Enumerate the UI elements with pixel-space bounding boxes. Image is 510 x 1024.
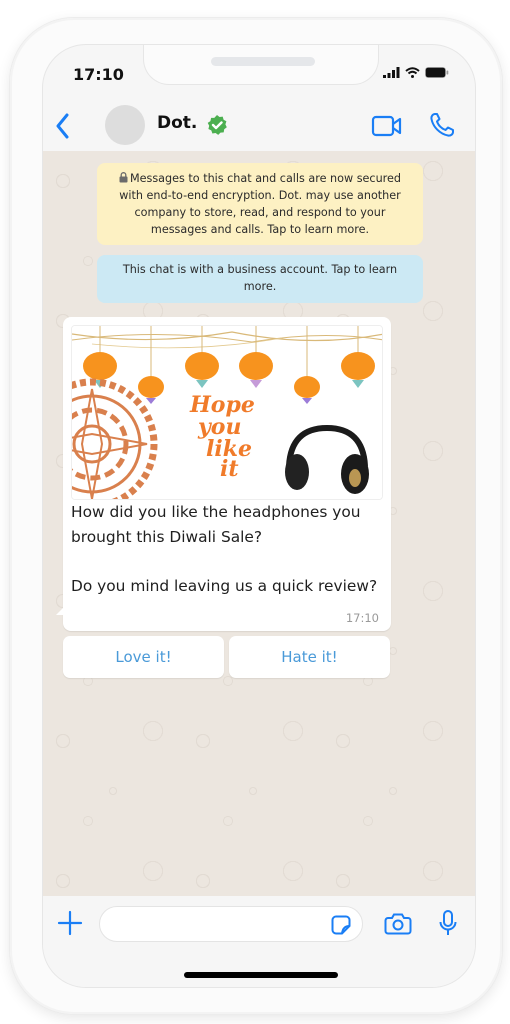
video-camera-icon — [371, 115, 402, 137]
voice-call-button[interactable] — [429, 112, 455, 142]
encryption-notice-text: Messages to this chat and calls are now … — [119, 172, 401, 236]
message-text: How did you like the headphones you brou… — [71, 503, 378, 595]
business-account-notice[interactable]: This chat is with a business account. Ta… — [97, 255, 423, 303]
message-composer — [43, 896, 475, 987]
back-button[interactable] — [53, 111, 73, 141]
message-timestamp: 17:10 — [345, 611, 379, 625]
diwali-promo-image: Hope you like it — [72, 326, 382, 499]
chat-area: Messages to this chat and calls are now … — [43, 151, 475, 896]
incoming-message-bubble: Hope you like it How did you like the he… — [56, 317, 391, 631]
business-notice-text: This chat is with a business account. Ta… — [122, 263, 398, 293]
signal-icon — [383, 67, 400, 78]
sticker-icon — [331, 915, 351, 935]
attach-button[interactable] — [57, 910, 83, 940]
camera-button[interactable] — [384, 912, 412, 940]
video-call-button[interactable] — [371, 115, 403, 141]
camera-icon — [384, 913, 412, 935]
chevron-left-icon — [56, 113, 69, 139]
quick-reply-hate-it[interactable]: Hate it! — [229, 636, 390, 678]
message-input[interactable] — [99, 906, 363, 942]
avatar[interactable] — [105, 105, 145, 145]
verified-badge-icon — [207, 115, 227, 135]
lock-icon — [119, 172, 128, 183]
message-image[interactable]: Hope you like it — [71, 325, 383, 500]
sticker-button[interactable] — [331, 915, 351, 939]
contact-name[interactable]: Dot. — [157, 113, 197, 133]
wifi-icon — [405, 67, 420, 78]
microphone-icon — [439, 910, 457, 935]
plus-icon — [57, 910, 83, 936]
home-indicator[interactable] — [184, 972, 338, 978]
phone-screen: 17:10 Dot. Messages to this chat and cal… — [42, 44, 476, 988]
phone-icon — [430, 113, 454, 137]
battery-icon — [425, 67, 449, 78]
status-icons — [383, 67, 449, 78]
chat-header: Dot. — [43, 101, 475, 151]
encryption-notice[interactable]: Messages to this chat and calls are now … — [97, 163, 423, 245]
speaker — [211, 57, 315, 66]
status-time: 17:10 — [73, 65, 124, 84]
headline-line: it — [220, 456, 239, 482]
bubble-tail — [56, 607, 64, 615]
quick-reply-love-it[interactable]: Love it! — [63, 636, 224, 678]
microphone-button[interactable] — [438, 909, 458, 943]
